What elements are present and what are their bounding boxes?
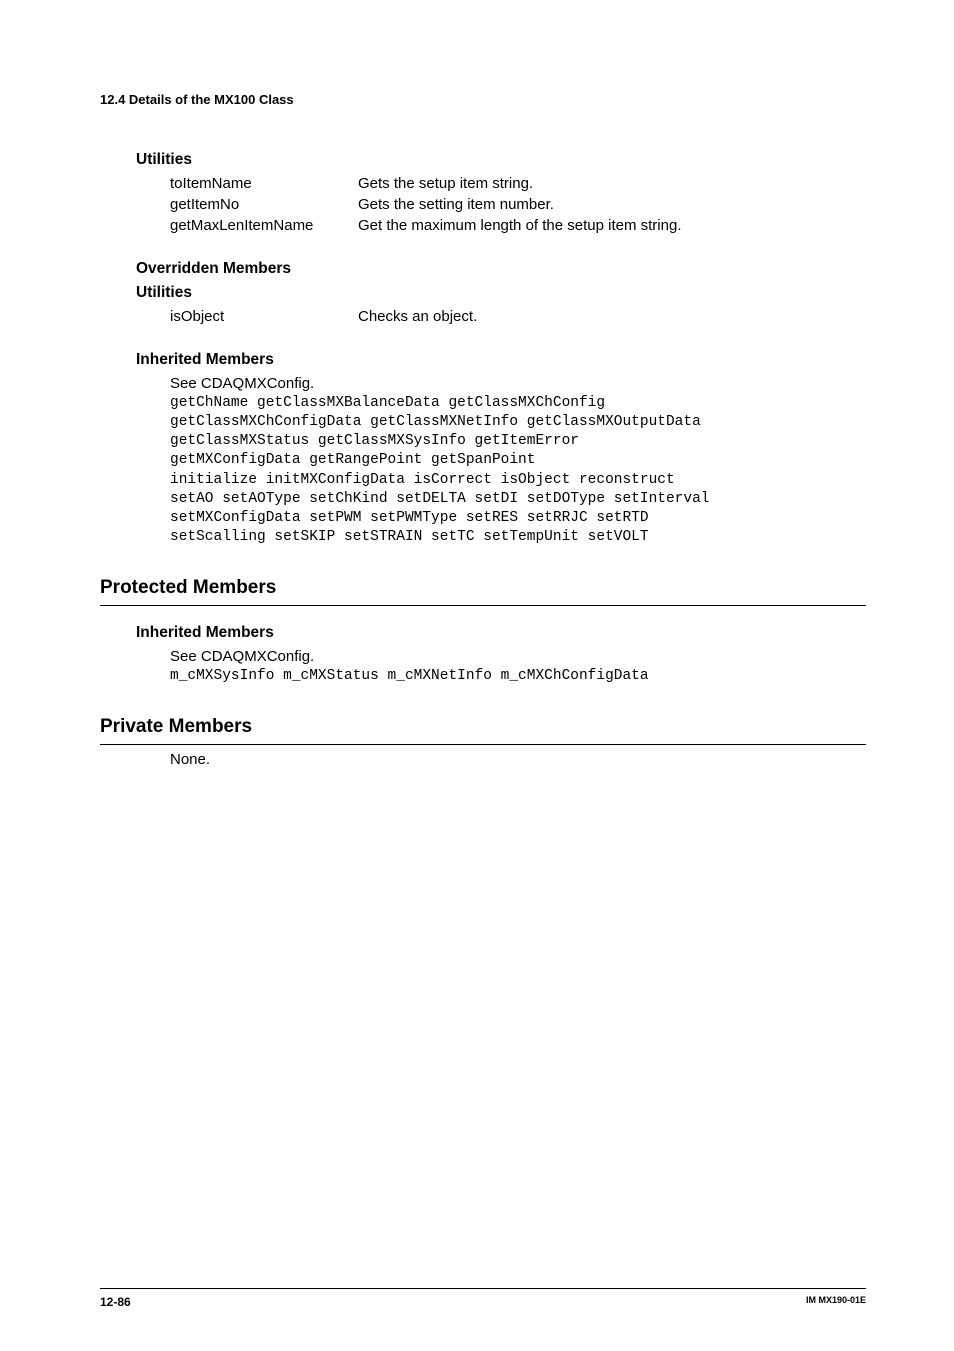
footer-divider — [100, 1288, 866, 1289]
overridden-utilities-heading: Utilities — [136, 284, 866, 302]
utilities-heading: Utilities — [136, 151, 866, 169]
item-name: getMaxLenItemName — [170, 217, 358, 234]
table-row: isObject Checks an object. — [170, 308, 866, 325]
table-row: getItemNo Gets the setting item number. — [170, 196, 866, 213]
divider — [100, 605, 866, 606]
item-desc: Checks an object. — [358, 308, 866, 325]
doc-id: IM MX190-01E — [806, 1295, 866, 1309]
table-row: getMaxLenItemName Get the maximum length… — [170, 217, 866, 234]
item-desc: Gets the setup item string. — [358, 175, 866, 192]
item-desc: Get the maximum length of the setup item… — [358, 217, 866, 234]
code-block: getChName getClassMXBalanceData getClass… — [170, 394, 866, 547]
protected-members-heading: Protected Members — [100, 577, 866, 599]
see-text: See CDAQMXConfig. — [170, 375, 866, 392]
page-footer: 12-86 IM MX190-01E — [100, 1288, 866, 1309]
overridden-heading: Overridden Members — [136, 260, 866, 278]
table-row: toItemName Gets the setup item string. — [170, 175, 866, 192]
page-number: 12-86 — [100, 1295, 131, 1309]
code-block: m_cMXSysInfo m_cMXStatus m_cMXNetInfo m_… — [170, 667, 866, 686]
item-name: getItemNo — [170, 196, 358, 213]
private-members-heading: Private Members — [100, 716, 866, 738]
divider — [100, 744, 866, 745]
protected-inherited-heading: Inherited Members — [136, 624, 866, 642]
item-desc: Gets the setting item number. — [358, 196, 866, 213]
private-text: None. — [170, 751, 866, 768]
item-name: isObject — [170, 308, 358, 325]
section-header: 12.4 Details of the MX100 Class — [100, 92, 866, 107]
item-name: toItemName — [170, 175, 358, 192]
see-text: See CDAQMXConfig. — [170, 648, 866, 665]
inherited-heading: Inherited Members — [136, 351, 866, 369]
